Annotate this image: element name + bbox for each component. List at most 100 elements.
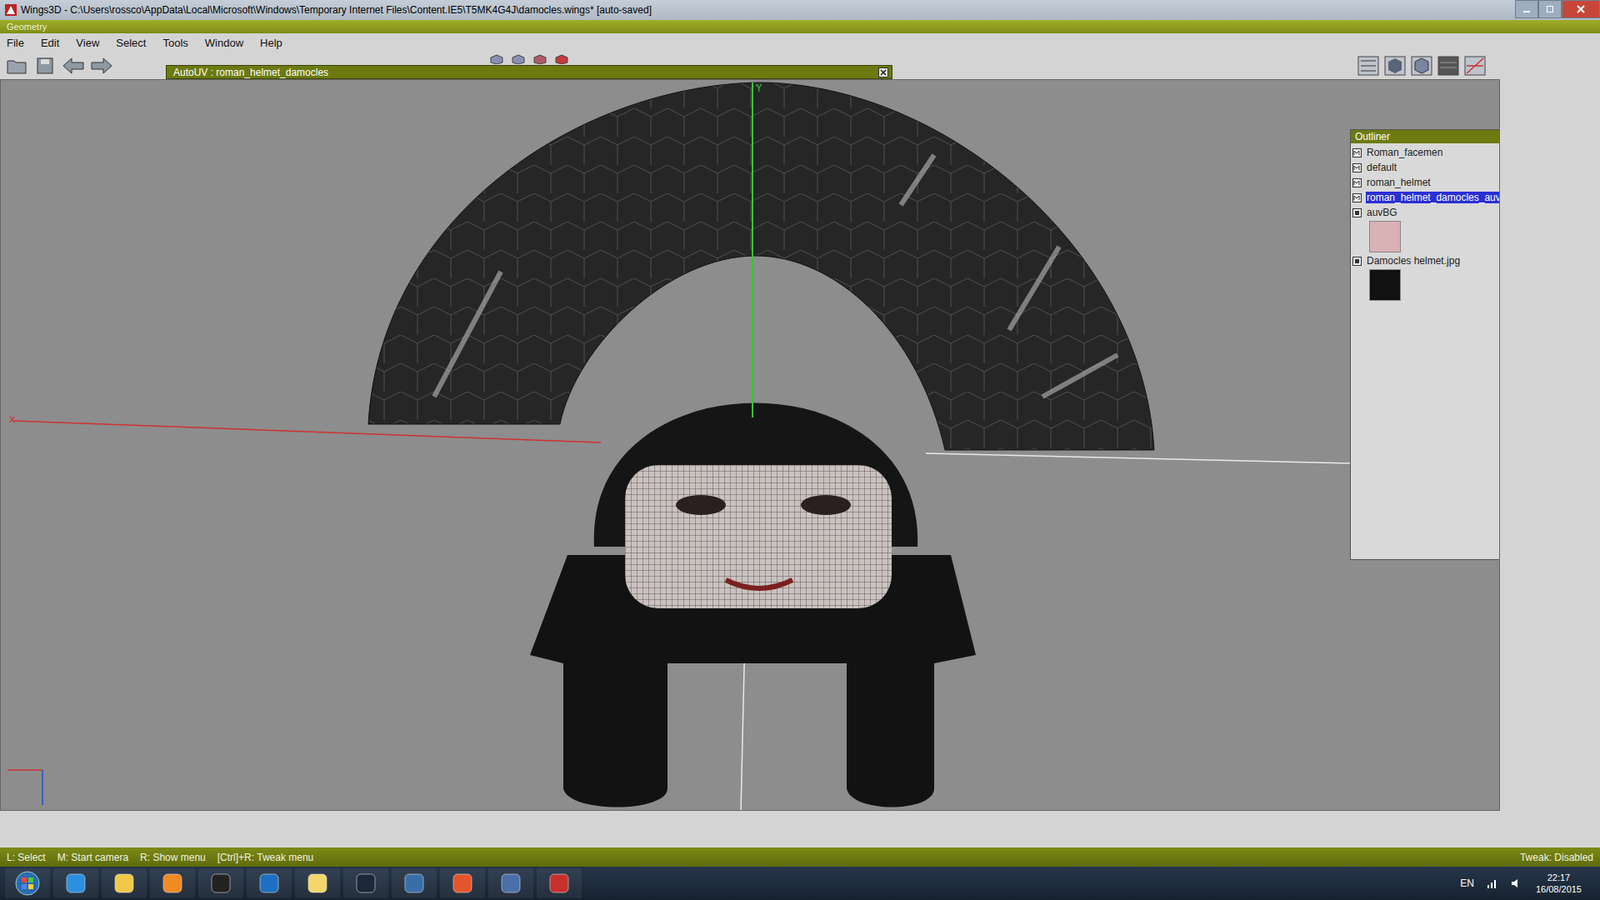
language-indicator[interactable]: EN: [1460, 877, 1475, 890]
status-hint: R: Show menu: [140, 851, 206, 864]
forward-arrow-icon: [90, 56, 114, 75]
title-bar: Wings3D - C:\Users\rossco\AppData\Local\…: [0, 0, 1600, 20]
menu-item[interactable]: Select: [115, 36, 146, 50]
material-icon: [1352, 148, 1362, 158]
window-title: Wings3D - C:\Users\rossco\AppData\Local\…: [5, 4, 652, 16]
taskbar-app[interactable]: [391, 868, 437, 899]
app-icon: [5, 4, 17, 16]
viewport[interactable]: xYOutlinerRoman_facemendefaultroman_helm…: [0, 79, 1500, 811]
taskbar-app[interactable]: [488, 868, 534, 899]
wire-icon: [1437, 55, 1460, 76]
undo-button[interactable]: [61, 55, 85, 77]
viewport-close-icon[interactable]: [878, 67, 889, 78]
outliner-item[interactable]: roman_helmet_damocles_auv: [1352, 190, 1500, 205]
grid-icon: [1357, 55, 1380, 76]
taskbar-app[interactable]: [53, 868, 99, 899]
axes-icon: [1464, 55, 1486, 76]
system-tray: EN 22:1716/08/2015: [1460, 871, 1595, 895]
save-button[interactable]: [33, 55, 57, 77]
helmet-model-icon: xY: [0, 80, 1500, 811]
volume-icon[interactable]: [1510, 877, 1525, 890]
app-icon: [355, 872, 377, 895]
viewport-title-bar[interactable]: AutoUV : roman_helmet_damocles: [165, 65, 893, 80]
outliner-window[interactable]: OutlinerRoman_facemendefaultroman_helmet…: [1350, 129, 1500, 560]
desktop: Wings3D - C:\Users\rossco\AppData\Local\…: [0, 0, 1600, 900]
taskbar-app[interactable]: [246, 868, 292, 899]
grid-button[interactable]: [1356, 55, 1380, 77]
material-icon: [1352, 163, 1362, 173]
back-arrow-icon: [61, 56, 85, 75]
taskbar: EN 22:1716/08/2015: [0, 866, 1600, 900]
image-icon: [1352, 208, 1362, 218]
menu-item[interactable]: Edit: [40, 36, 60, 50]
open-button[interactable]: [5, 55, 29, 77]
outliner-item[interactable]: auvBG: [1352, 205, 1500, 253]
cube-icon: [1410, 55, 1433, 76]
status-hint: M: Start camera: [57, 851, 129, 864]
material-icon: [1352, 178, 1362, 188]
app-icon: [210, 872, 232, 895]
maximize-icon: [1545, 5, 1555, 14]
taskbar-app[interactable]: [150, 868, 195, 899]
app-icon: [258, 872, 280, 895]
image-thumbnail: [1369, 269, 1401, 301]
close-icon: [1576, 5, 1585, 14]
menu-item[interactable]: Window: [205, 36, 244, 50]
y-axis-label: Y: [755, 82, 763, 95]
app-icon: [65, 872, 87, 895]
select-mode-icon[interactable]: [530, 54, 550, 65]
app-icon: [113, 872, 135, 895]
cube-button[interactable]: [1410, 55, 1434, 77]
menu-item[interactable]: View: [75, 36, 100, 50]
status-hint: L: Select: [6, 851, 46, 864]
select-mode-icon[interactable]: [487, 54, 506, 65]
x-axis-label: x: [9, 412, 16, 425]
taskbar-app[interactable]: [343, 868, 389, 899]
app-icon: [306, 872, 329, 895]
outliner-item[interactable]: default: [1352, 160, 1500, 175]
wire-button[interactable]: [1436, 55, 1460, 77]
menu-item[interactable]: File: [6, 36, 25, 50]
outliner-item[interactable]: Roman_facemen: [1352, 145, 1500, 160]
taskbar-app[interactable]: [295, 868, 340, 899]
app-icon: [403, 872, 425, 895]
redo-button[interactable]: [90, 55, 114, 77]
clock[interactable]: 22:1716/08/2015: [1535, 871, 1582, 895]
panel-title: Geometry: [0, 20, 1600, 34]
material-icon: [1352, 193, 1362, 203]
folder-icon: [5, 56, 28, 75]
minimize-button[interactable]: [1515, 0, 1539, 19]
network-icon[interactable]: [1485, 877, 1500, 890]
app-icon: [500, 872, 522, 895]
floppy-icon: [35, 56, 55, 75]
outliner-list: Roman_facemendefaultroman_helmetroman_he…: [1350, 143, 1500, 560]
image-icon: [1352, 256, 1362, 266]
outliner-item[interactable]: roman_helmet: [1352, 175, 1500, 190]
menu-item[interactable]: Help: [260, 36, 283, 50]
viewport-title: AutoUV : roman_helmet_damocles: [173, 66, 329, 79]
start-button[interactable]: [5, 868, 50, 899]
axes-button[interactable]: [1463, 55, 1487, 77]
select-mode-icon[interactable]: [552, 54, 571, 65]
select-mode-icon[interactable]: [509, 54, 528, 65]
taskbar-app[interactable]: [198, 868, 244, 899]
app-icon: [161, 872, 184, 895]
status-bar: L: Select M: Start camera R: Show menu [Ctr…: [0, 847, 1600, 867]
outliner-title-bar[interactable]: Outliner: [1350, 130, 1500, 144]
windows-logo-icon: [15, 870, 40, 896]
close-button[interactable]: [1561, 0, 1600, 19]
menu-bar: File Edit View Select Tools Window Help: [0, 33, 1600, 52]
app-icon: [451, 872, 474, 895]
smooth-icon: [1384, 55, 1406, 76]
smooth-button[interactable]: [1383, 55, 1407, 77]
tweak-status: Tweak: Disabled: [1520, 851, 1594, 864]
maximize-button[interactable]: [1538, 0, 1562, 19]
minimize-icon: [1522, 5, 1531, 14]
taskbar-app[interactable]: [101, 868, 147, 899]
outliner-item[interactable]: Damocles helmet.jpg: [1352, 254, 1500, 301]
taskbar-app[interactable]: [536, 868, 582, 899]
status-hint: [Ctrl]+R: Tweak menu: [217, 851, 315, 864]
taskbar-app[interactable]: [440, 868, 485, 899]
toolbar: AutoUV : roman_helmet_damocles: [0, 51, 1600, 80]
menu-item[interactable]: Tools: [162, 36, 188, 50]
